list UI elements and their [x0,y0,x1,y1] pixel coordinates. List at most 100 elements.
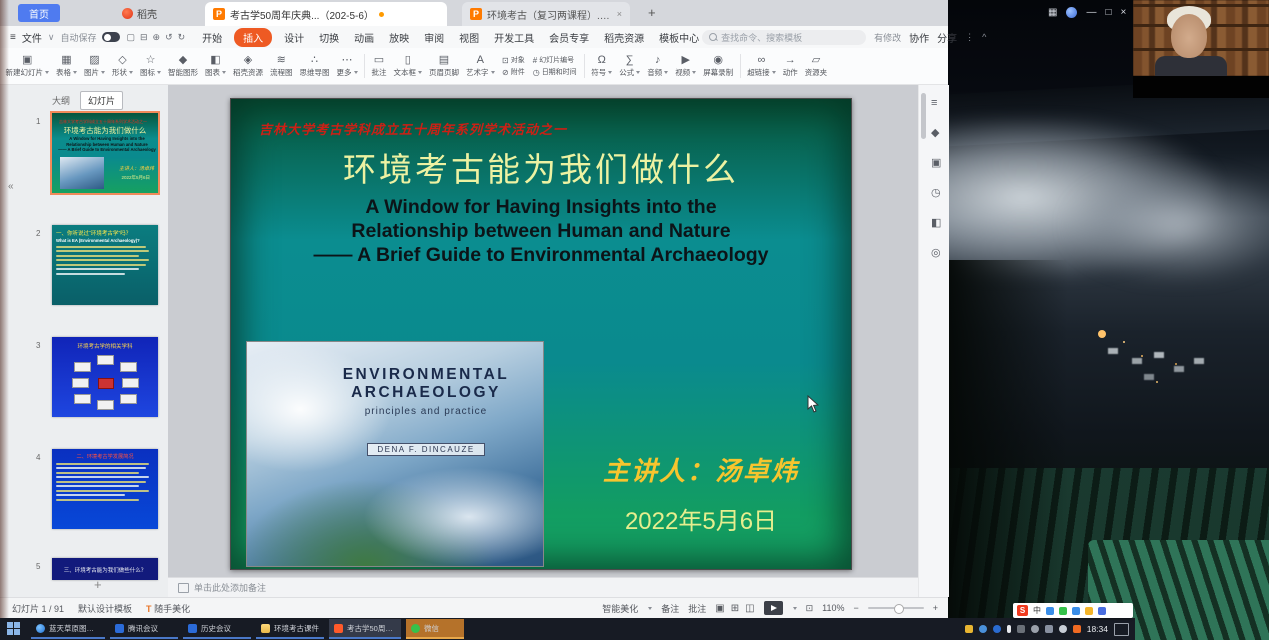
menu-home[interactable]: 开始 [199,28,225,47]
vertical-scrollbar[interactable] [921,93,926,139]
undo-icon[interactable]: ↺ [165,32,173,43]
video-button[interactable]: ▶视频 [672,49,700,83]
more-menu-icon[interactable]: ⋮ [965,32,974,43]
slide-number-button[interactable]: #幻灯片编号 [533,55,577,65]
autosave-toggle[interactable] [102,32,120,42]
shapes-button[interactable]: ◇形状 [109,49,137,83]
zoom-out-button[interactable]: − [853,603,858,613]
menu-animation[interactable]: 动画 [351,28,377,47]
notification-center-icon[interactable] [1114,623,1129,636]
tray-app-icon[interactable] [979,625,987,633]
layout-grid-icon[interactable]: ▦ [1048,7,1057,18]
close-button[interactable]: × [1121,7,1127,18]
slide-sorter-icon[interactable]: ⊞ [731,603,739,614]
tray-app-icon[interactable] [993,625,1001,633]
file-menu[interactable]: 文件 [22,30,42,45]
menu-developer[interactable]: 开发工具 [491,28,537,47]
mindmap-button[interactable]: ∴思维导图 [296,49,333,83]
taskbar-item-meeting[interactable]: 腾讯会议 [110,619,178,639]
sogou-logo[interactable]: S [1017,605,1028,616]
taskbar-item-history-meeting[interactable]: 历史会议 [183,619,251,639]
menu-review[interactable]: 审阅 [421,28,447,47]
docer-resources-button[interactable]: ◈稻壳资源 [230,49,267,83]
properties-icon[interactable]: ≡ [931,97,941,109]
slide-thumbnail-3[interactable]: 环境考古学的相关学科 [52,337,158,417]
menu-member[interactable]: 会员专享 [546,28,592,47]
tray-sogou-icon[interactable] [1073,625,1081,633]
clock[interactable]: 18:34 [1087,624,1108,634]
slide-thumbnail-5[interactable]: 三、环境考古能为我们做些什么？ [52,558,158,580]
slide-thumbnail-2[interactable]: 一、你听说过“环境考古学”吗？ What is EA (Environmenta… [52,225,158,305]
help-icon[interactable]: ◎ [931,246,941,259]
collaborate-button[interactable]: 协作 [909,30,929,45]
object-button[interactable]: ⊡对象 [502,55,525,65]
menu-insert[interactable]: 插入 [234,28,272,47]
zoom-in-button[interactable]: + [933,603,938,613]
input-method-bar[interactable]: S 中 [1013,603,1133,618]
taskbar-item-wps[interactable]: 考古学50周年庆典'多... [329,619,401,639]
tab-document-1[interactable]: P 考古学50周年庆典...（202-5-6） [205,2,447,26]
history-icon[interactable]: ◷ [931,186,941,199]
smart-beautify-button[interactable]: 智能美化 [602,602,638,615]
comment-button[interactable]: ▭批注 [368,49,390,83]
resource-folder-button[interactable]: ▱资源夹 [801,49,831,83]
taskbar-item-browser[interactable]: 蓝天草原图片_360搜... [31,619,105,639]
collapse-panel-icon[interactable]: « [8,181,14,192]
docer-tab[interactable]: 稻壳 [122,4,157,22]
input-tool-icon[interactable] [1072,607,1080,615]
zoom-level[interactable]: 110% [822,603,844,613]
flowchart-button[interactable]: ≋流程图 [267,49,297,83]
print-icon[interactable]: ⊟ [140,32,148,43]
menu-template-center[interactable]: 模板中心 [656,28,702,47]
outline-tab[interactable]: 大纲 [52,94,70,107]
start-button[interactable] [7,622,21,636]
home-button[interactable]: 首页 [18,4,60,22]
tray-location-icon[interactable] [1059,625,1067,633]
chart-panel-icon[interactable]: ◧ [931,216,941,229]
textbox-button[interactable]: ▯文本框 [390,49,426,83]
tray-shield-icon[interactable] [965,625,973,633]
action-button[interactable]: →动作 [779,49,801,83]
chart-button[interactable]: ◧图表 [202,49,230,83]
quick-beautify-button[interactable]: T 随手美化 [146,602,190,615]
minimize-button[interactable]: — [1086,7,1096,18]
date-time-button[interactable]: ◷日期和时间 [533,67,577,77]
maximize-button[interactable]: □ [1105,7,1111,18]
menu-design[interactable]: 设计 [281,28,307,47]
input-grid-icon[interactable] [1098,607,1106,615]
preview-icon[interactable]: ⊕ [153,32,161,43]
taskbar-item-wechat[interactable]: 微信 [406,619,464,639]
collapse-ribbon-icon[interactable]: ^ [982,32,986,42]
close-tab-icon[interactable]: × [617,9,622,19]
formula-button[interactable]: ∑公式 [616,49,644,83]
hamburger-icon[interactable]: ≡ [10,32,16,43]
audio-button[interactable]: ♪音频 [644,49,672,83]
tray-display-icon[interactable] [1017,625,1025,633]
menu-transitions[interactable]: 切换 [316,28,342,47]
zoom-slider-handle[interactable] [894,604,904,614]
reading-view-icon[interactable]: ◫ [745,603,754,614]
attachment-button[interactable]: ⊘附件 [502,67,525,77]
hyperlink-button[interactable]: ∞超链接 [744,49,780,83]
input-tool-icon[interactable] [1085,607,1093,615]
redo-icon[interactable]: ↻ [178,32,186,43]
header-footer-button[interactable]: ▤页眉页脚 [426,49,463,83]
zoom-slider[interactable] [868,607,924,609]
slide-thumbnail-4[interactable]: 二、环境考古学发展简况 [52,449,158,529]
slide-thumbnail-1[interactable]: 吉林大学考古学科成立五十周年系列学术活动之一 环境考古能为我们做什么 A Win… [52,113,158,193]
play-slideshow-button[interactable] [764,601,783,615]
screen-record-button[interactable]: ◉屏幕录制 [700,49,737,83]
comments-toggle[interactable]: 批注 [688,602,706,615]
tray-volume-icon[interactable] [1031,625,1039,633]
add-slide-button[interactable]: + [94,577,102,592]
picture-button[interactable]: ▨图片 [81,49,109,83]
fit-window-icon[interactable]: ⊡ [806,603,814,614]
tab-document-2[interactable]: P 环境考古（复习两课程）.ppt × [462,2,630,26]
more-button[interactable]: ⋯更多 [333,49,361,83]
icons-button[interactable]: ☆图标 [137,49,165,83]
template-name[interactable]: 默认设计模板 [78,602,132,615]
new-slide-button[interactable]: ▣新建幻灯片 [2,49,53,83]
symbol-button[interactable]: Ω符号 [588,49,616,83]
smartart-button[interactable]: ◆智能图形 [165,49,202,83]
input-tool-icon[interactable] [1059,607,1067,615]
